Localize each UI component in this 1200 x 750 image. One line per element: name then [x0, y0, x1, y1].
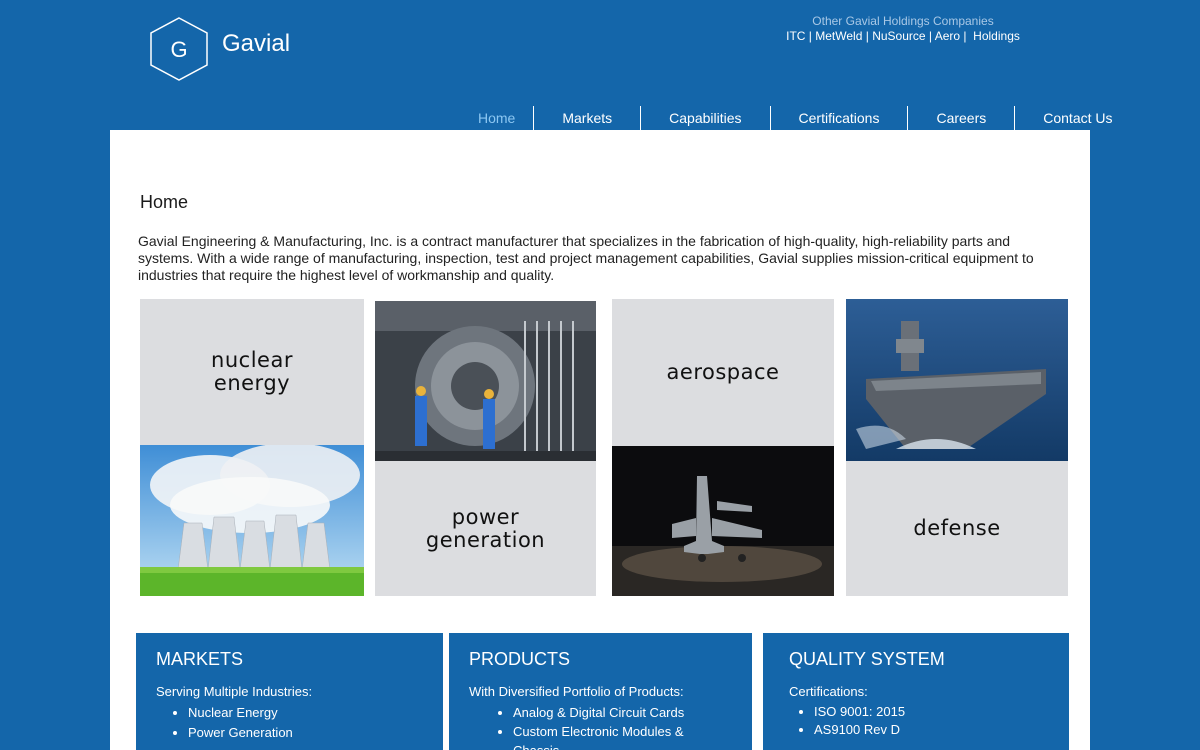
products-list: Analog & Digital Circuit Cards Custom El…	[469, 703, 732, 750]
aircraft-carrier-image[interactable]	[846, 299, 1068, 461]
main-nav: Home Markets Capabilities Certifications…	[460, 106, 1141, 130]
company-link-metweld[interactable]: MetWeld	[815, 29, 862, 43]
list-item: ISO 9001: 2015	[814, 703, 1049, 721]
nav-contact-us[interactable]: Contact Us	[1014, 106, 1140, 130]
company-link-nusource[interactable]: NuSource	[872, 29, 925, 43]
list-item: Nuclear Energy	[188, 703, 423, 723]
other-companies: Other Gavial Holdings Companies ITC | Me…	[760, 14, 1046, 43]
company-link-itc[interactable]: ITC	[786, 29, 805, 43]
products-card-subtitle: With Diversified Portfolio of Products:	[469, 684, 684, 699]
brand-name[interactable]: Gavial	[222, 30, 290, 58]
tile-power-generation[interactable]: power generation	[375, 461, 596, 596]
company-link-holdings[interactable]: Holdings	[973, 29, 1020, 43]
tile-defense[interactable]: defense	[846, 461, 1068, 596]
tile-label-defense: defense	[913, 516, 1001, 540]
list-item: Power Generation	[188, 723, 423, 743]
nuclear-plant-image[interactable]	[140, 445, 364, 596]
markets-card: MARKETS Serving Multiple Industries: Nuc…	[136, 633, 443, 750]
tile-aerospace[interactable]: aerospace	[612, 299, 834, 446]
nav-capabilities[interactable]: Capabilities	[640, 106, 769, 130]
logo[interactable]: G	[148, 16, 210, 82]
hexagon-logo-icon: G	[150, 17, 208, 81]
tile-label-aerospace: aerospace	[666, 360, 780, 384]
quality-card-title: QUALITY SYSTEM	[789, 649, 945, 669]
nav-certifications[interactable]: Certifications	[769, 106, 908, 130]
company-link-aero[interactable]: Aero	[935, 29, 960, 43]
turbine-workers-image[interactable]	[375, 301, 596, 461]
nav-home[interactable]: Home	[460, 106, 533, 130]
logo-letter: G	[170, 37, 187, 62]
quality-card-subtitle: Certifications:	[789, 684, 868, 699]
tile-label-power: power generation	[425, 504, 546, 552]
fighter-jet-image[interactable]	[612, 446, 834, 596]
page-title: Home	[140, 192, 189, 212]
tile-label-nuclear: nuclear energy	[211, 348, 293, 395]
certifications-list: ISO 9001: 2015 AS9100 Rev D	[789, 703, 1049, 739]
other-companies-links: ITC | MetWeld | NuSource | Aero | Holdin…	[786, 29, 1020, 43]
markets-card-title: MARKETS	[156, 649, 244, 669]
list-item: Analog & Digital Circuit Cards	[513, 703, 732, 722]
nav-markets[interactable]: Markets	[533, 106, 640, 130]
tile-nuclear-energy[interactable]: nuclear energy	[140, 299, 364, 445]
markets-list: Nuclear Energy Power Generation	[156, 703, 423, 743]
nav-careers[interactable]: Careers	[907, 106, 1014, 130]
markets-card-subtitle: Serving Multiple Industries:	[156, 684, 313, 699]
list-item: Custom Electronic Modules & Chassis	[513, 722, 732, 750]
products-card: PRODUCTS With Diversified Portfolio of P…	[449, 633, 752, 750]
products-card-title: PRODUCTS	[469, 649, 571, 669]
other-companies-title: Other Gavial Holdings Companies	[812, 14, 994, 28]
list-item: AS9100 Rev D	[814, 721, 1049, 739]
market-tiles: nuclear energy power generation aerospac…	[140, 299, 1068, 596]
intro-paragraph: Gavial Engineering & Manufacturing, Inc.…	[138, 233, 1034, 283]
quality-card: QUALITY SYSTEM Certifications: ISO 9001:…	[763, 633, 1069, 750]
